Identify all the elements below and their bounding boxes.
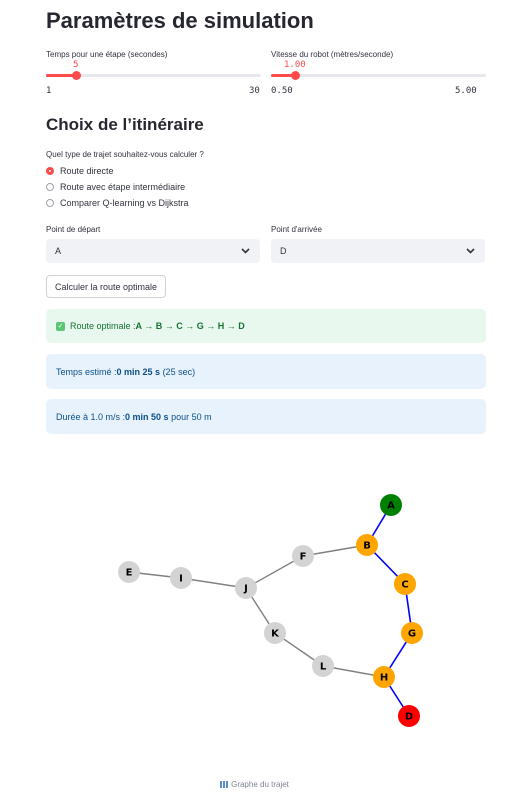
speed-slider[interactable]: 1.00 xyxy=(271,60,486,80)
page-title: Paramètres de simulation xyxy=(46,8,314,33)
radio-option-label: Comparer Q-learning vs Dijkstra xyxy=(60,198,189,208)
time-suffix: (25 sec) xyxy=(160,366,196,377)
graph-node-B: B xyxy=(356,534,378,556)
time-value: 0 min 25 s xyxy=(116,366,161,377)
speed-slider-min: 0.50 xyxy=(271,86,293,96)
graph-node-label: B xyxy=(363,541,371,552)
graph-node-D: D xyxy=(398,705,420,727)
speed-slider-thumb[interactable] xyxy=(290,71,300,80)
graph-node-L: L xyxy=(312,655,334,677)
graph-node-label: D xyxy=(405,712,413,723)
section-title: Choix de l’itinéraire xyxy=(46,115,204,134)
start-select-label: Point de départ xyxy=(46,225,101,234)
graph-node-H: H xyxy=(373,666,395,688)
graph-node-J: J xyxy=(235,577,257,599)
step-slider-thumb[interactable] xyxy=(71,71,81,80)
radio-selected-icon xyxy=(46,167,54,175)
graph-node-label: I xyxy=(179,574,183,585)
end-select-label: Point d'arrivée xyxy=(271,225,322,234)
duration-value: 0 min 50 s xyxy=(125,411,169,422)
chevron-down-icon xyxy=(241,248,250,254)
radio-option[interactable]: Route avec étape intermédiaire xyxy=(46,182,185,192)
radio-option-label: Route avec étape intermédiaire xyxy=(60,182,186,192)
graph-node-label: C xyxy=(401,580,408,591)
duration-suffix: pour 50 m xyxy=(168,411,212,422)
graph-caption: Graphe du trajet xyxy=(0,780,509,789)
radio-unselected-icon xyxy=(46,183,54,191)
speed-slider-label: Vitesse du robot (mètres/seconde) xyxy=(271,50,394,59)
graph-node-label: L xyxy=(320,662,327,673)
start-select-value: A xyxy=(55,246,62,256)
radio-option[interactable]: Comparer Q-learning vs Dijkstra xyxy=(46,198,189,208)
speed-slider-max: 5.00 xyxy=(455,86,477,96)
graph-node-label: K xyxy=(271,629,280,640)
graph-node-G: G xyxy=(401,622,423,644)
end-select-value: D xyxy=(280,246,287,256)
check-icon: ✓ xyxy=(56,321,65,331)
graph-node-label: G xyxy=(408,629,416,640)
time-info-alert: Temps estimé : 0 min 25 s (25 sec) xyxy=(46,354,486,389)
graph-node-label: F xyxy=(300,552,307,563)
start-select[interactable]: A xyxy=(46,239,260,263)
step-slider-label: Temps pour une étape (secondes) xyxy=(46,50,168,59)
graph-node-label: H xyxy=(380,673,388,684)
radio-option-label: Route directe xyxy=(60,166,114,176)
duration-info-alert: Durée à 1.0 m/s : 0 min 50 s pour 50 m xyxy=(46,399,486,434)
route-prefix: Route optimale : xyxy=(70,321,136,331)
chevron-down-icon xyxy=(466,248,475,254)
radio-unselected-icon xyxy=(46,199,54,207)
time-prefix: Temps estimé : xyxy=(56,366,117,377)
radio-option[interactable]: Route directe xyxy=(46,166,114,176)
graph-node-I: I xyxy=(170,567,192,589)
graph-node-E: E xyxy=(118,561,140,583)
chart-icon xyxy=(220,781,229,788)
success-alert: ✓ Route optimale : A → B → C → G → H → D xyxy=(46,309,486,343)
end-select[interactable]: D xyxy=(271,239,485,263)
graph-node-label: A xyxy=(387,501,395,512)
duration-prefix: Durée à 1.0 m/s : xyxy=(56,411,126,422)
graph-node-label: J xyxy=(243,584,248,595)
route-value: A → B → C → G → H → D xyxy=(135,321,245,331)
graph-node-label: E xyxy=(126,568,133,579)
step-slider-min: 1 xyxy=(46,86,52,96)
step-slider-max: 30 xyxy=(249,86,260,96)
graph-node-F: F xyxy=(292,545,314,567)
route-graph: A B C G H D E I J F K L xyxy=(118,494,423,727)
graph-node-K: K xyxy=(264,622,286,644)
graph-node-A: A xyxy=(380,494,402,516)
graph-node-C: C xyxy=(394,573,416,595)
speed-slider-value: 1.00 xyxy=(284,60,306,70)
step-slider-value: 5 xyxy=(72,60,79,70)
compute-route-button[interactable]: Calculer la route optimale xyxy=(46,275,167,298)
route-type-question: Quel type de trajet souhaitez-vous calcu… xyxy=(46,150,204,159)
step-slider[interactable]: 5 xyxy=(46,60,261,80)
